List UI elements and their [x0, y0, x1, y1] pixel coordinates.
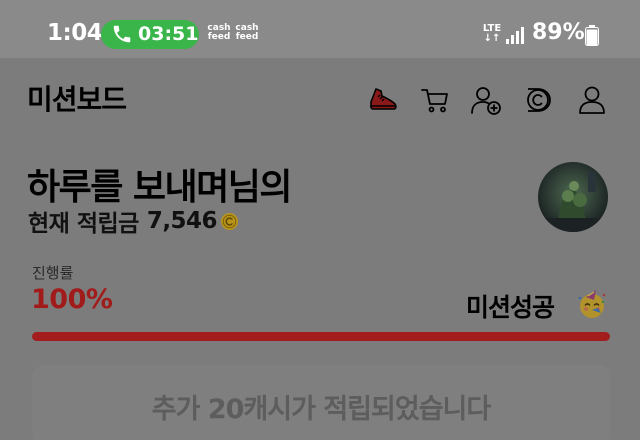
signal-strength-icon [506, 27, 524, 44]
progress-value: 100% [31, 284, 113, 315]
status-bar: 1:04 03:51 cash feed cash feed LTE ↓↑ 89% [0, 0, 640, 58]
balance-label: 현재 적립금 [28, 211, 139, 237]
progress-label: 진행률 [32, 264, 74, 282]
avatar-image [538, 162, 608, 232]
reward-notice-text: 추가 20캐시가 적립되었습니다 [151, 394, 491, 425]
battery-icon [585, 25, 599, 46]
balance-value: 7,546 [146, 208, 218, 234]
call-timer-pill[interactable]: 03:51 [101, 20, 199, 49]
coin-card-icon[interactable] [522, 84, 554, 116]
shoe-icon[interactable] [367, 84, 399, 116]
status-time: 1:04 [47, 20, 103, 46]
call-timer-text: 03:51 [138, 23, 199, 45]
battery-percent: 89% [532, 20, 585, 45]
cashfeed-notification-icon: cash feed [235, 23, 259, 42]
mission-status-text: 미션성공 [466, 293, 555, 322]
page-title: 미션보드 [27, 83, 127, 116]
lte-indicator: LTE ↓↑ [482, 24, 502, 44]
cashfeed-notification-icon: cash feed [207, 23, 231, 42]
user-name-heading: 하루를 보내며님의 [27, 167, 293, 208]
reward-notice-card: 추가 20캐시가 적립되었습니다 [32, 365, 610, 440]
cart-icon[interactable] [419, 84, 451, 116]
phone-icon [113, 25, 131, 43]
profile-icon[interactable] [576, 84, 608, 116]
progress-bar [32, 332, 610, 341]
lte-arrows-icon: ↓↑ [483, 33, 501, 44]
party-face-icon [578, 290, 606, 318]
cash-coin-icon [221, 212, 239, 230]
progress-bar-fill [32, 332, 610, 341]
balance-row: 현재 적립금 7,546 [28, 205, 239, 237]
avatar[interactable] [538, 162, 608, 232]
person-plus-icon[interactable] [470, 84, 502, 116]
